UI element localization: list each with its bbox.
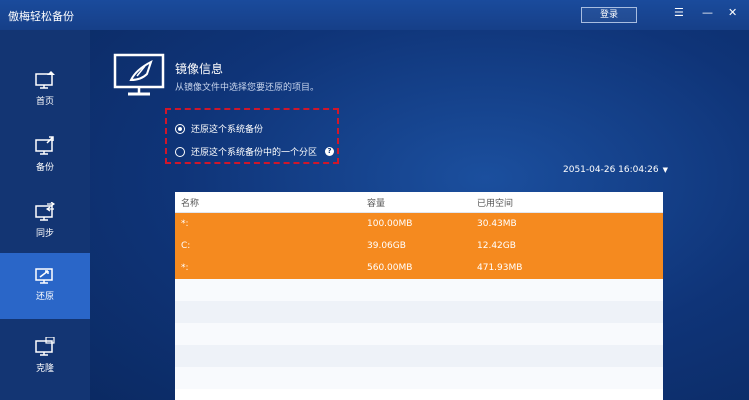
column-header-capacity[interactable]: 容量 [367,196,477,209]
sidebar-item-sync[interactable]: 同步 [0,190,90,256]
sidebar-item-restore[interactable]: 还原 [0,253,90,319]
app-title: 傲梅轻松备份 [8,10,74,23]
cell-capacity: 39.06GB [367,241,406,251]
partition-table: 名称 容量 已用空间 *: 100.00MB 30.43MB C: 39.06G… [175,192,663,400]
backup-date-value: 2051-04-26 16:04:26 [563,165,659,175]
sidebar-item-label: 备份 [35,163,54,173]
sidebar-item-label: 同步 [35,229,54,239]
backup-monitor-icon [35,136,54,155]
cell-capacity: 100.00MB [367,219,413,229]
sidebar-item-label: 还原 [35,292,54,302]
table-row[interactable]: *: 560.00MB 471.93MB [175,257,663,279]
table-row-empty [175,279,663,301]
sync-monitor-icon [35,202,56,221]
cell-name: *: [181,263,189,273]
radio-unchecked[interactable] [175,146,185,157]
clone-monitor-icon [35,337,55,356]
sidebar-item-backup[interactable]: 备份 [0,124,90,190]
sidebar-item-label: 克隆 [35,364,54,374]
page-description: 从镜像文件中选择您要还原的项目。 [175,83,320,93]
restore-monitor-icon [35,268,53,284]
menu-icon[interactable]: ☰ [674,6,684,19]
login-button[interactable]: 登录 [581,7,637,23]
title-bar: 傲梅轻松备份 登录 ☰ — ✕ [0,0,749,30]
page-title: 镜像信息 [175,62,224,76]
image-info-monitor-icon [113,53,165,96]
cell-used: 12.42GB [477,241,516,251]
home-monitor-icon [35,71,55,89]
column-header-used[interactable]: 已用空间 [477,196,663,209]
cell-capacity: 560.00MB [367,263,413,273]
table-row-empty [175,345,663,367]
table-header: 名称 容量 已用空间 [175,192,663,213]
table-row[interactable]: *: 100.00MB 30.43MB [175,213,663,235]
close-icon[interactable]: ✕ [728,6,737,19]
radio-checked[interactable] [175,123,185,134]
sidebar-item-clone[interactable]: 克隆 [0,325,90,391]
table-row-empty [175,323,663,345]
sidebar-item-label: 首页 [35,97,54,107]
column-header-name[interactable]: 名称 [175,196,367,209]
option-label: 还原这个系统备份中的一个分区 [191,148,318,158]
option-restore-partition[interactable]: 还原这个系统备份中的一个分区 ? [175,145,335,158]
help-icon[interactable]: ? [325,147,335,156]
table-row-empty [175,367,663,389]
option-restore-system[interactable]: 还原这个系统备份 [175,122,263,135]
option-label: 还原这个系统备份 [191,125,264,135]
cell-name: *: [181,219,189,229]
cell-used: 471.93MB [477,263,523,273]
chevron-down-icon: ▼ [662,166,668,174]
table-row[interactable]: C: 39.06GB 12.42GB [175,235,663,257]
cell-name: C: [181,241,191,251]
cell-used: 30.43MB [477,219,517,229]
sidebar: 首页 备份 同步 还原 克隆 [0,30,90,400]
minimize-icon[interactable]: — [702,6,713,19]
table-row-empty [175,301,663,323]
sidebar-item-home[interactable]: 首页 [0,58,90,124]
backup-date-select[interactable]: 2051-04-26 16:04:26 ▼ [563,165,668,175]
